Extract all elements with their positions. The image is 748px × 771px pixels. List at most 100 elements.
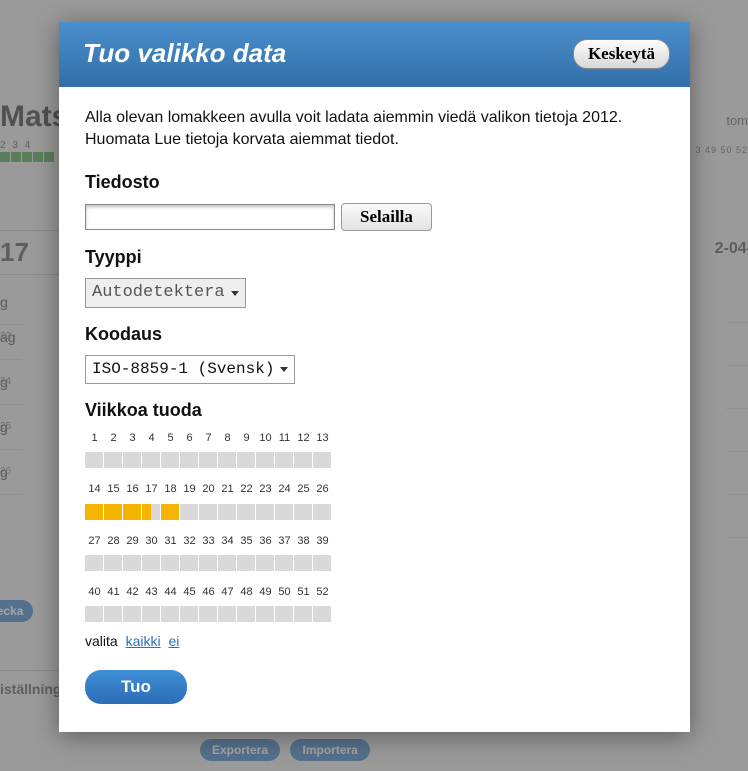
week-number-label: 33 [199, 534, 218, 549]
encoding-select-value: ISO-8859-1 (Svensk) [92, 358, 274, 380]
week-box-12[interactable] [294, 452, 313, 468]
week-box-23[interactable] [256, 504, 275, 520]
modal-header: Tuo valikko data Keskeytä [59, 22, 690, 87]
week-number-label: 34 [218, 534, 237, 549]
week-box-44[interactable] [161, 606, 180, 622]
import-button[interactable]: Tuo [85, 670, 187, 704]
week-box-30[interactable] [142, 555, 161, 571]
type-select[interactable]: Autodetektera [85, 278, 246, 308]
week-number-label: 20 [199, 482, 218, 497]
week-box-22[interactable] [237, 504, 256, 520]
week-box-7[interactable] [199, 452, 218, 468]
week-box-2[interactable] [104, 452, 123, 468]
week-box-8[interactable] [218, 452, 237, 468]
week-box-45[interactable] [180, 606, 199, 622]
week-box-6[interactable] [180, 452, 199, 468]
week-number-label: 23 [256, 482, 275, 497]
week-number-label: 37 [275, 534, 294, 549]
modal-title: Tuo valikko data [83, 38, 286, 69]
week-number-label: 3 [123, 431, 142, 446]
week-box-21[interactable] [218, 504, 237, 520]
week-box-18[interactable] [161, 504, 180, 520]
week-number-label: 36 [256, 534, 275, 549]
week-box-41[interactable] [104, 606, 123, 622]
week-number-label: 38 [294, 534, 313, 549]
modal-body: Alla olevan lomakkeen avulla voit ladata… [59, 87, 690, 732]
week-box-13[interactable] [313, 452, 332, 468]
week-box-46[interactable] [199, 606, 218, 622]
week-box-9[interactable] [237, 452, 256, 468]
week-box-16[interactable] [123, 504, 142, 520]
file-input[interactable] [85, 204, 335, 230]
week-box-4[interactable] [142, 452, 161, 468]
type-label: Tyyppi [85, 245, 664, 270]
week-number-label: 21 [218, 482, 237, 497]
week-box-33[interactable] [199, 555, 218, 571]
week-box-50[interactable] [275, 606, 294, 622]
encoding-label: Koodaus [85, 322, 664, 347]
week-number-label: 4 [142, 431, 161, 446]
week-box-43[interactable] [142, 606, 161, 622]
week-box-31[interactable] [161, 555, 180, 571]
week-number-label: 25 [294, 482, 313, 497]
week-number-label: 15 [104, 482, 123, 497]
week-number-label: 46 [199, 585, 218, 600]
week-box-42[interactable] [123, 606, 142, 622]
week-box-29[interactable] [123, 555, 142, 571]
week-box-52[interactable] [313, 606, 332, 622]
week-box-49[interactable] [256, 606, 275, 622]
week-box-15[interactable] [104, 504, 123, 520]
week-number-label: 18 [161, 482, 180, 497]
week-box-28[interactable] [104, 555, 123, 571]
week-number-label: 24 [275, 482, 294, 497]
week-box-1[interactable] [85, 452, 104, 468]
week-box-20[interactable] [199, 504, 218, 520]
select-word: valita [85, 633, 118, 649]
week-number-label: 35 [237, 534, 256, 549]
week-box-10[interactable] [256, 452, 275, 468]
week-box-35[interactable] [237, 555, 256, 571]
week-box-39[interactable] [313, 555, 332, 571]
week-box-26[interactable] [313, 504, 332, 520]
modal-intro-text: Alla olevan lomakkeen avulla voit ladata… [85, 107, 664, 152]
encoding-select[interactable]: ISO-8859-1 (Svensk) [85, 355, 295, 383]
week-number-label: 42 [123, 585, 142, 600]
week-box-37[interactable] [275, 555, 294, 571]
week-box-17[interactable] [142, 504, 161, 520]
week-number-label: 43 [142, 585, 161, 600]
week-number-label: 30 [142, 534, 161, 549]
week-box-24[interactable] [275, 504, 294, 520]
week-number-label: 17 [142, 482, 161, 497]
browse-button[interactable]: Selailla [341, 203, 432, 231]
week-box-3[interactable] [123, 452, 142, 468]
week-number-label: 2 [104, 431, 123, 446]
cancel-button[interactable]: Keskeytä [573, 39, 670, 69]
week-number-label: 49 [256, 585, 275, 600]
week-box-32[interactable] [180, 555, 199, 571]
week-box-38[interactable] [294, 555, 313, 571]
week-number-label: 9 [237, 431, 256, 446]
week-box-36[interactable] [256, 555, 275, 571]
weeks-label: Viikkoa tuoda [85, 398, 664, 423]
week-number-label: 11 [275, 431, 294, 446]
week-box-51[interactable] [294, 606, 313, 622]
week-box-14[interactable] [85, 504, 104, 520]
week-number-label: 27 [85, 534, 104, 549]
week-number-label: 28 [104, 534, 123, 549]
week-box-47[interactable] [218, 606, 237, 622]
week-box-34[interactable] [218, 555, 237, 571]
week-number-label: 1 [85, 431, 104, 446]
week-box-5[interactable] [161, 452, 180, 468]
week-number-label: 13 [313, 431, 332, 446]
select-all-link[interactable]: kaikki [126, 633, 161, 649]
week-box-48[interactable] [237, 606, 256, 622]
select-none-link[interactable]: ei [168, 633, 179, 649]
week-number-label: 45 [180, 585, 199, 600]
week-box-27[interactable] [85, 555, 104, 571]
week-number-label: 12 [294, 431, 313, 446]
week-box-40[interactable] [85, 606, 104, 622]
week-box-25[interactable] [294, 504, 313, 520]
week-box-19[interactable] [180, 504, 199, 520]
week-number-label: 16 [123, 482, 142, 497]
week-box-11[interactable] [275, 452, 294, 468]
